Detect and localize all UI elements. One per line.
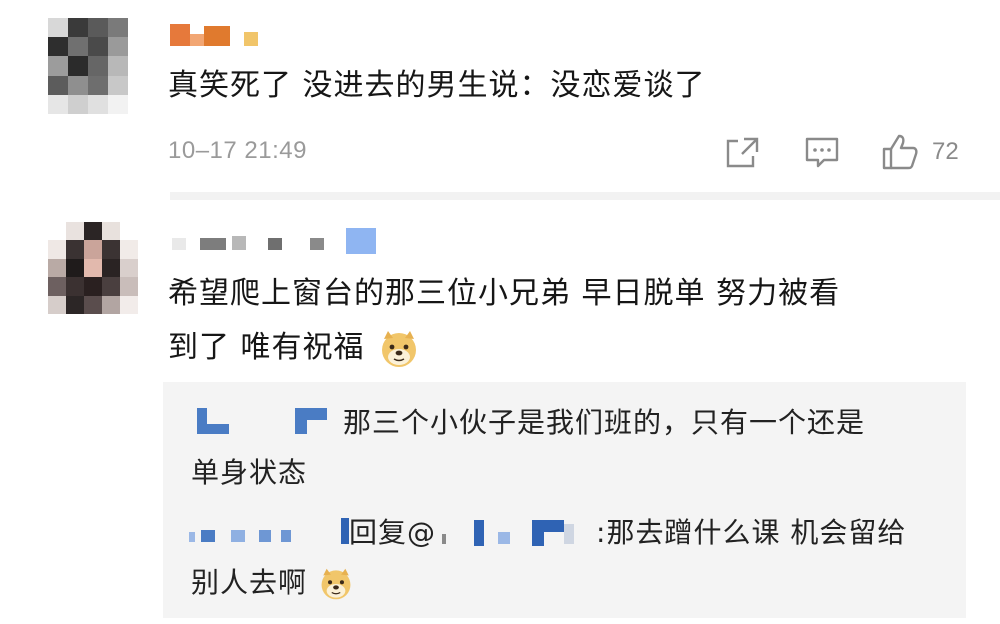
reply-label: 回复 [349, 516, 408, 549]
share-icon[interactable] [724, 136, 760, 170]
reply-thread: 那三个小伙子是我们班的，只有一个还是 单身状态 回复@ :那去蹭什么课 机会留给 [163, 382, 966, 618]
like-icon[interactable] [880, 133, 920, 171]
avatar[interactable] [48, 18, 128, 114]
avatar[interactable] [48, 222, 138, 314]
reply-username[interactable] [197, 408, 337, 434]
divider [170, 192, 1000, 200]
doge-emoji [319, 567, 353, 601]
comment-icon[interactable] [804, 136, 840, 170]
timestamp: 10–17 21:49 [168, 137, 307, 164]
mentioned-username[interactable] [436, 520, 596, 546]
doge-emoji [379, 329, 419, 369]
reply-text-line-1: 那三个小伙子是我们班的，只有一个还是 [343, 406, 866, 439]
like-count: 72 [932, 138, 959, 165]
reply-text: :那去蹭什么课 机会留给 [596, 516, 907, 549]
reply-username[interactable] [189, 518, 349, 544]
comment-text: 到了 唯有祝福 [168, 330, 365, 365]
username[interactable] [170, 228, 380, 254]
reply-text-line-2: 单身状态 [191, 456, 308, 489]
reply-text-line-2: 别人去啊 [191, 558, 591, 608]
username[interactable] [170, 20, 270, 46]
comment-text-line-1: 希望爬上窗台的那三位小兄弟 早日脱单 努力被看 [168, 276, 841, 311]
reply-text: 别人去啊 [191, 566, 308, 599]
comment-text-line-2: 到了 唯有祝福 [168, 320, 668, 376]
comment-text: 真笑死了 没进去的男生说：没恋爱谈了 [168, 68, 706, 103]
reply-text-line-1: 回复@ :那去蹭什么课 机会留给 [349, 508, 959, 558]
mention-link[interactable]: @ [407, 516, 596, 549]
